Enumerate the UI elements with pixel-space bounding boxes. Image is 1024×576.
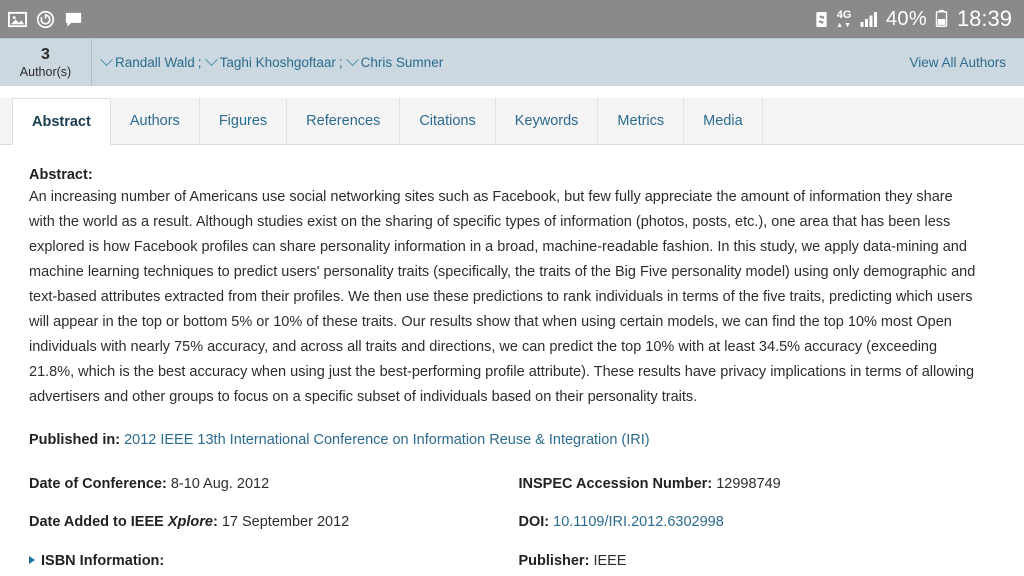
author-entry[interactable]: Taghi Khoshgoftaar — [204, 53, 336, 70]
abstract-text: An increasing number of Americans use so… — [29, 189, 976, 405]
view-all-authors-label: View All Authors — [909, 55, 1006, 70]
abstract-panel: Abstract: An increasing number of Americ… — [0, 145, 1024, 576]
android-status-bar: 4G ▲▼ 40% 18:39 — [0, 0, 1024, 38]
date-of-conference-value: 8-10 Aug. 2012 — [170, 476, 270, 492]
author-separator: ; — [338, 55, 343, 70]
publisher-label: Publisher: — [518, 552, 590, 569]
abstract-heading: Abstract: — [29, 167, 93, 183]
date-of-conference-label: Date of Conference: — [29, 476, 167, 492]
screen-record-icon — [36, 10, 55, 29]
author-bar: 3 Author(s) Randall Wald ; Taghi Khoshgo… — [0, 38, 1024, 86]
publisher-value: IEEE — [593, 552, 627, 569]
tab-label: Keywords — [514, 113, 579, 129]
chevron-down-icon[interactable] — [204, 53, 218, 67]
isbn-information-label: ISBN Information: — [41, 552, 165, 569]
author-link[interactable]: Randall Wald — [115, 55, 195, 70]
tab-abstract[interactable]: Abstract — [12, 98, 111, 145]
tab-label: References — [306, 113, 381, 129]
tab-label: Citations — [419, 113, 476, 129]
publisher-row: Publisher: IEEE — [519, 553, 989, 570]
tab-media[interactable]: Media — [683, 98, 763, 144]
tab-label: Metrics — [617, 113, 665, 129]
author-list: Randall Wald ; Taghi Khoshgoftaar ; Chri… — [92, 39, 909, 86]
author-count-number: 3 — [41, 46, 50, 64]
author-link[interactable]: Chris Sumner — [361, 55, 444, 70]
chevron-down-icon[interactable] — [345, 53, 359, 67]
tab-figures[interactable]: Figures — [198, 98, 288, 144]
metadata-grid: Date of Conference: 8-10 Aug. 2012 Date … — [29, 476, 988, 576]
isbn-information-row[interactable]: ISBN Information: — [29, 553, 509, 570]
doi-row: DOI: 10.1109/IRI.2012.6302998 — [519, 514, 989, 531]
metadata-column-right: INSPEC Accession Number: 12998749 DOI: 1… — [509, 476, 989, 576]
tab-metrics[interactable]: Metrics — [597, 98, 685, 144]
inspec-value: 12998749 — [716, 476, 781, 492]
metadata-column-left: Date of Conference: 8-10 Aug. 2012 Date … — [29, 476, 509, 576]
clock-label: 18:39 — [956, 6, 1012, 31]
triangle-right-icon[interactable] — [29, 555, 35, 564]
tab-label: Figures — [218, 113, 268, 129]
tab-label: Media — [703, 113, 743, 129]
date-added-label-part2: : — [212, 514, 218, 531]
date-added-label-italic: Xplore — [167, 514, 213, 531]
tabstrip-spacer — [0, 86, 1024, 98]
network-type-indicator: 4G ▲▼ — [836, 8, 852, 29]
tab-bar: Abstract Authors Figures References Cita… — [0, 98, 1024, 145]
date-of-conference-row: Date of Conference: 8-10 Aug. 2012 — [29, 476, 509, 493]
author-entry[interactable]: Chris Sumner — [345, 53, 444, 70]
view-all-authors-link[interactable]: View All Authors — [909, 39, 1024, 86]
tab-references[interactable]: References — [286, 98, 401, 144]
battery-saver-icon — [814, 10, 829, 29]
battery-percent-label: 40% — [886, 8, 927, 30]
author-separator: ; — [197, 55, 202, 70]
date-added-value: 17 September 2012 — [221, 514, 350, 531]
inspec-label: INSPEC Accession Number: — [518, 476, 713, 492]
tab-keywords[interactable]: Keywords — [494, 98, 599, 144]
doi-link[interactable]: 10.1109/IRI.2012.6302998 — [553, 514, 724, 530]
network-traffic-arrows: ▲▼ — [836, 21, 852, 29]
author-count-block: 3 Author(s) — [0, 39, 92, 86]
tab-authors[interactable]: Authors — [109, 98, 200, 144]
inspec-row: INSPEC Accession Number: 12998749 — [519, 476, 989, 493]
published-in-label: Published in: — [29, 432, 121, 448]
message-bubble-icon — [64, 10, 83, 29]
doi-label: DOI: — [518, 514, 550, 531]
author-entry[interactable]: Randall Wald — [100, 53, 195, 70]
image-icon — [8, 10, 27, 29]
author-link[interactable]: Taghi Khoshgoftaar — [220, 55, 336, 70]
published-in-link[interactable]: 2012 IEEE 13th International Conference … — [124, 432, 650, 448]
status-bar-notifications — [8, 10, 83, 29]
date-added-row: Date Added to IEEE Xplore: 17 September … — [29, 514, 509, 531]
battery-icon — [934, 9, 949, 29]
signal-bars-icon — [859, 10, 879, 28]
tab-citations[interactable]: Citations — [399, 98, 496, 144]
date-added-label-part1: Date Added to IEEE — [29, 514, 168, 531]
author-count-label: Author(s) — [19, 64, 72, 79]
published-in-row: Published in: 2012 IEEE 13th Internation… — [29, 432, 988, 448]
tab-label: Abstract — [32, 113, 91, 130]
tab-label: Authors — [129, 113, 180, 129]
chevron-down-icon[interactable] — [100, 53, 113, 67]
status-bar-system: 4G ▲▼ 40% 18:39 — [814, 8, 1012, 30]
